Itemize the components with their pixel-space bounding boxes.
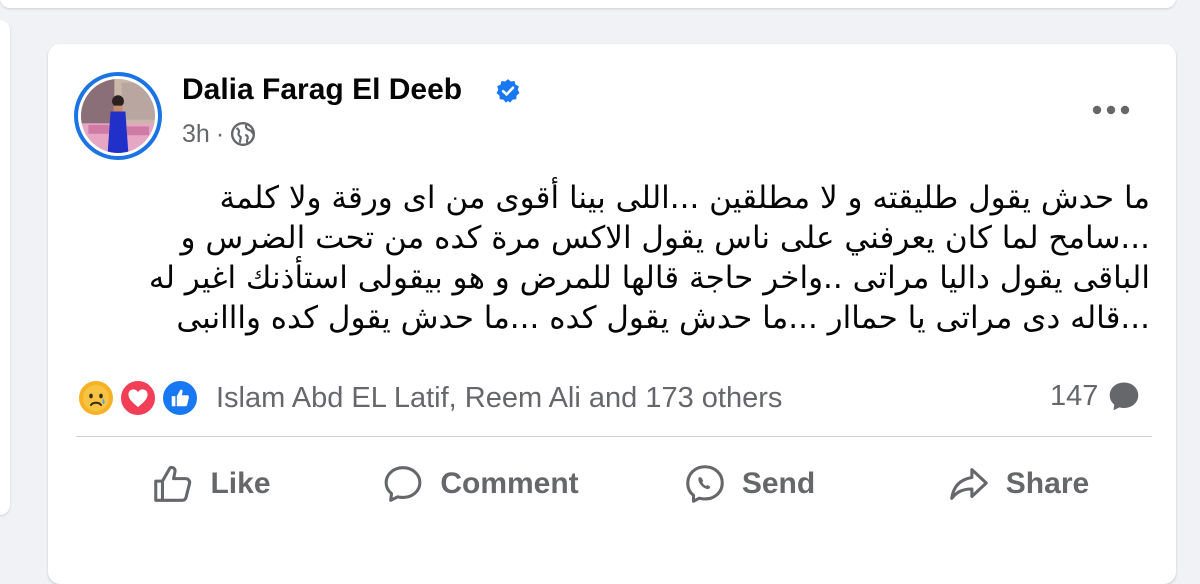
like-label: Like	[210, 467, 271, 500]
love-reaction-icon	[118, 378, 158, 418]
send-button[interactable]: Send	[614, 452, 883, 516]
sad-reaction-icon	[76, 378, 116, 418]
thumbs-up-icon	[154, 465, 192, 502]
globe-icon[interactable]	[230, 121, 256, 147]
comment-icon	[384, 466, 422, 502]
post-text-line: الباقى يقول داليا مراتى ..واخر حاجة قاله…	[148, 260, 1150, 296]
author-name[interactable]: Dalia Farag El Deeb	[182, 72, 462, 108]
comment-bubble-icon	[1110, 382, 1139, 411]
post-text-line: ما حدش يقول طليقته و لا مطلقين ...اللى ب…	[219, 180, 1150, 216]
more-options-button[interactable]	[1086, 92, 1136, 128]
comment-label: Comment	[440, 467, 579, 500]
share-icon	[950, 468, 988, 500]
post-text-line: ...قاله دى مراتى يا حماار ...ما حدش يقول…	[176, 300, 1150, 336]
side-card	[0, 20, 10, 515]
post-body: ما حدش يقول طليقته و لا مطلقين ...اللى ب…	[148, 178, 1150, 338]
share-button[interactable]: Share	[883, 452, 1152, 516]
share-label: Share	[1005, 467, 1090, 500]
comment-button[interactable]: Comment	[345, 452, 614, 516]
previous-card	[0, 0, 1176, 8]
post-timestamp[interactable]: 3h	[182, 118, 210, 150]
messenger-icon	[686, 465, 724, 503]
more-dots-icon	[1092, 105, 1130, 115]
like-reaction-icon	[160, 378, 200, 418]
comments-count-value: 147	[1050, 379, 1099, 412]
reactors-summary-text[interactable]: Islam Abd EL Latif, Reem Ali and 173 oth…	[216, 382, 782, 415]
verified-badge-icon	[496, 79, 520, 103]
reactions-summary[interactable]: Islam Abd EL Latif, Reem Ali and 173 oth…	[76, 376, 782, 420]
author-avatar[interactable]	[74, 72, 162, 160]
meta-separator: ·	[215, 120, 225, 148]
reaction-icons	[76, 376, 202, 420]
like-button[interactable]: Like	[76, 452, 345, 516]
send-label: Send	[741, 467, 816, 500]
post-text-line: ...سامح لما كان يعرفني على ناس يقول الاك…	[180, 220, 1150, 256]
post-meta: 3h ·	[182, 118, 256, 150]
comments-count[interactable]: 147	[1050, 378, 1142, 414]
divider	[76, 436, 1152, 437]
post-actions: Like Comment Send Share	[76, 452, 1152, 516]
avatar-photo	[81, 79, 155, 153]
